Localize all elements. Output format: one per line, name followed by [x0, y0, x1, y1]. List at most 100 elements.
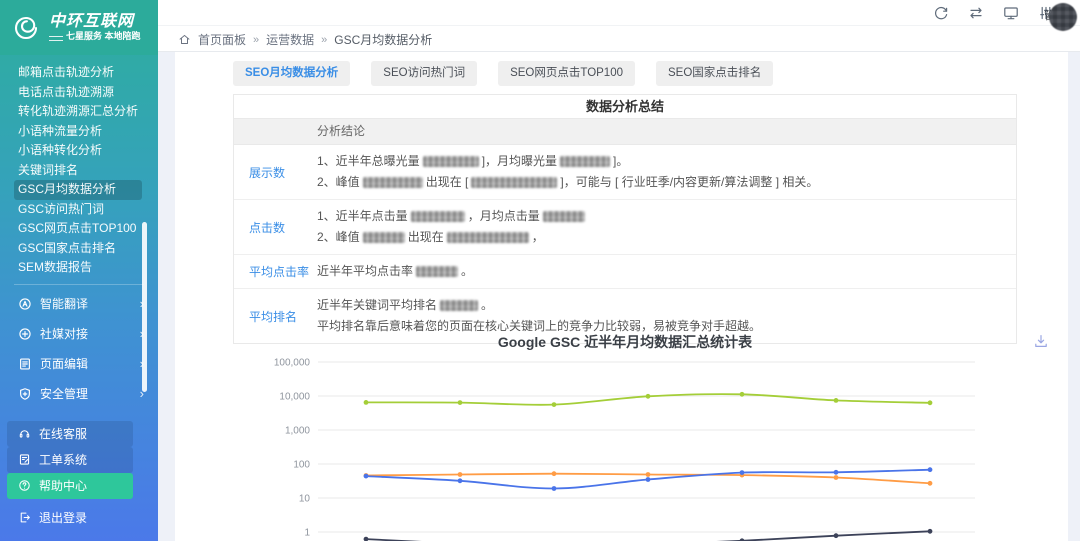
data-point [834, 398, 839, 403]
conclusion-line: 1、近半年点击量，月均点击量 [317, 206, 1004, 227]
question-icon [18, 479, 31, 492]
tab[interactable]: SEO网页点击TOP100 [498, 61, 635, 86]
sidebar-footer-item[interactable]: 退出登录 [7, 505, 133, 531]
data-point [928, 400, 933, 405]
tab-bar: SEO月均数据分析 SEO访问热门词 SEO网页点击TOP100 SEO国家点击排名 [233, 61, 773, 86]
swap-arrows-icon[interactable] [968, 5, 984, 21]
sidebar-group-item[interactable]: 安全管理› [0, 379, 158, 409]
refresh-icon[interactable] [933, 5, 949, 21]
sidebar-menu: 邮箱点击轨迹分析电话点击轨迹溯源转化轨迹溯源汇总分析小语种流量分析小语种转化分析… [0, 55, 158, 278]
tab[interactable]: SEO访问热门词 [371, 61, 477, 86]
data-point [458, 478, 463, 483]
breadcrumb-item[interactable]: 首页面板 [198, 31, 246, 48]
sidebar-group-label: 智能翻译 [40, 295, 140, 312]
home-icon[interactable] [178, 33, 191, 46]
row-content: 近半年平均点击率。 [317, 255, 1016, 288]
sidebar-item[interactable]: 小语种转化分析 [0, 141, 158, 161]
summary-table: 数据分析总结 分析结论 展示数1、近半年总曝光量]，月均曝光量]。2、峰值出现在… [233, 94, 1017, 344]
data-point [834, 470, 839, 475]
row-label: 点击数 [234, 200, 317, 254]
conclusion-line: 近半年关键词平均排名。 [317, 295, 1004, 316]
brand-name: 中环互联网 [49, 13, 141, 31]
row-content: 1、近半年点击量，月均点击量2、峰值出现在， [317, 200, 1016, 254]
sidebar-item[interactable]: GSC网页点击TOP100 [0, 219, 158, 239]
data-point [552, 486, 557, 491]
breadcrumb-item[interactable]: 运营数据 [266, 31, 314, 48]
sidebar-item[interactable]: 小语种流量分析 [0, 122, 158, 142]
sidebar-footer-item[interactable]: 在线客服 [7, 421, 133, 447]
redacted-value [560, 156, 610, 167]
sidebar-item[interactable]: GSC月均数据分析 [14, 180, 142, 200]
sidebar-item[interactable]: SEM数据报告 [0, 258, 158, 278]
table-row: 平均点击率近半年平均点击率。 [234, 255, 1016, 289]
sidebar-scrollbar-thumb[interactable] [142, 222, 147, 392]
brand-text: 中环互联网 七星服务 本地陪跑 [49, 13, 141, 42]
sidebar-footer-menu: 在线客服工单系统帮助中心退出登录 [0, 421, 158, 531]
data-point [646, 472, 651, 477]
sidebar-group-item[interactable]: 智能翻译› [0, 289, 158, 319]
chart-title: Google GSC 近半年月均数据汇总统计表 [233, 332, 1017, 352]
summary-table-column-header: 分析结论 [234, 119, 1016, 145]
redacted-value [411, 211, 465, 222]
avatar[interactable] [1049, 3, 1077, 31]
sidebar-footer-item[interactable]: 工单系统 [7, 447, 133, 473]
sidebar-item[interactable]: GSC国家点击排名 [0, 239, 158, 259]
redacted-value [363, 177, 423, 188]
sidebar-item[interactable]: 邮箱点击轨迹分析 [0, 63, 158, 83]
sidebar-item[interactable]: GSC访问热门词 [0, 200, 158, 220]
series-line [366, 531, 930, 541]
data-point [552, 471, 557, 476]
sidebar-groups: 智能翻译›社媒对接›页面编辑›安全管理› [0, 289, 158, 409]
app-root: 中环互联网 七星服务 本地陪跑 邮箱点击轨迹分析电话点击轨迹溯源转化轨迹溯源汇总… [0, 0, 1080, 541]
data-point [834, 475, 839, 480]
conclusion-line: 2、峰值出现在， [317, 227, 1004, 248]
row-content: 1、近半年总曝光量]，月均曝光量]。2、峰值出现在 []，可能与 [ 行业旺季/… [317, 145, 1016, 199]
sidebar-footer-item[interactable]: 帮助中心 [7, 473, 133, 499]
sidebar-group-label: 安全管理 [40, 385, 140, 402]
redacted-value [543, 211, 585, 222]
sidebar-item[interactable]: 转化轨迹溯源汇总分析 [0, 102, 158, 122]
sidebar-group-label: 社媒对接 [40, 325, 140, 342]
data-point [646, 394, 651, 399]
sidebar-footer-label: 工单系统 [39, 451, 87, 468]
y-axis-tick-label: 100,000 [274, 358, 311, 369]
sidebar-group-item[interactable]: 社媒对接› [0, 319, 158, 349]
row-label: 展示数 [234, 145, 317, 199]
sidebar-item[interactable]: 关键词排名 [0, 161, 158, 181]
y-axis-tick-label: 100 [293, 460, 310, 471]
table-row: 展示数1、近半年总曝光量]，月均曝光量]。2、峰值出现在 []，可能与 [ 行业… [234, 145, 1016, 200]
logout-icon [18, 511, 31, 524]
tab[interactable]: SEO国家点击排名 [656, 61, 773, 86]
sidebar: 中环互联网 七星服务 本地陪跑 邮箱点击轨迹分析电话点击轨迹溯源转化轨迹溯源汇总… [0, 0, 158, 541]
topbar-icons [933, 5, 1054, 21]
conclusion-line: 近半年平均点击率。 [317, 261, 1004, 282]
brand-swirl-icon [10, 12, 42, 44]
line-chart: 1101001,00010,000100,000 [230, 350, 1020, 541]
sidebar-group-label: 页面编辑 [40, 355, 140, 372]
connect-icon [18, 327, 32, 341]
sidebar-group-item[interactable]: 页面编辑› [0, 349, 158, 379]
data-point [552, 402, 557, 407]
breadcrumb-separator: » [321, 34, 327, 46]
table-row: 点击数1、近半年点击量，月均点击量2、峰值出现在， [234, 200, 1016, 255]
breadcrumb: 首页面板 » 运营数据 » GSC月均数据分析 [178, 31, 432, 48]
breadcrumb-item[interactable]: GSC月均数据分析 [334, 31, 432, 48]
page-edit-icon [18, 357, 32, 371]
data-point [928, 529, 933, 534]
sidebar-footer-label: 退出登录 [39, 509, 87, 526]
redacted-value [440, 300, 478, 311]
conclusion-line: 2、峰值出现在 []，可能与 [ 行业旺季/内容更新/算法调整 ] 相关。 [317, 172, 1004, 193]
conclusion-line: 1、近半年总曝光量]，月均曝光量]。 [317, 151, 1004, 172]
sidebar-item[interactable]: 电话点击轨迹溯源 [0, 83, 158, 103]
redacted-value [471, 177, 557, 188]
tab[interactable]: SEO月均数据分析 [233, 61, 350, 86]
headset-icon [18, 427, 31, 440]
redacted-value [447, 232, 529, 243]
data-point [458, 472, 463, 477]
monitor-icon[interactable] [1003, 5, 1019, 21]
breadcrumb-separator: » [253, 34, 259, 46]
download-icon[interactable] [1033, 333, 1049, 349]
brand-tagline: 七星服务 本地陪跑 [66, 32, 141, 42]
brand-logo: 中环互联网 七星服务 本地陪跑 [0, 0, 158, 55]
redacted-value [423, 156, 479, 167]
